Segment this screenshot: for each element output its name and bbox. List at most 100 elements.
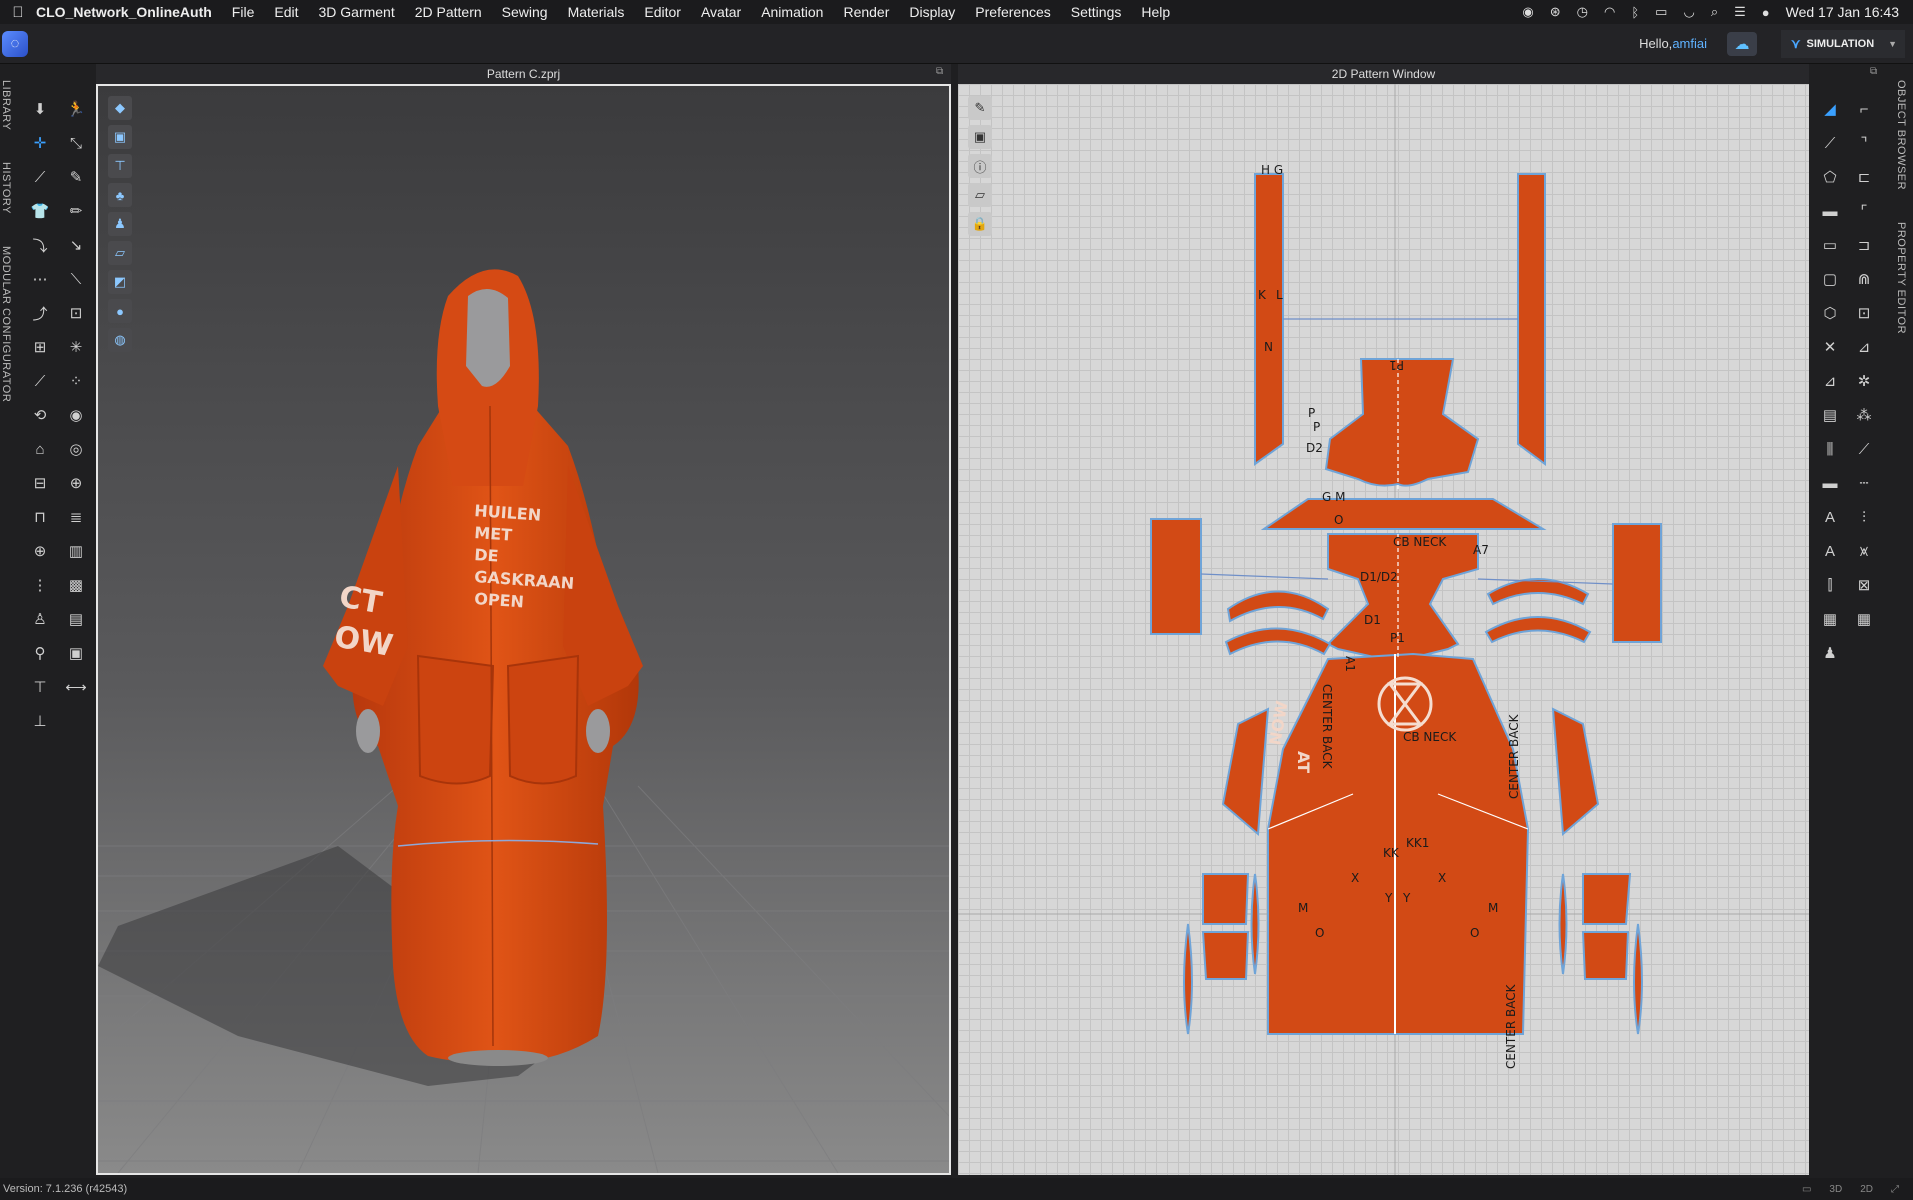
pin-2d-icon[interactable]: ✲ — [1851, 368, 1877, 394]
square-icon[interactable]: ▣ — [63, 640, 89, 666]
menu-animation[interactable]: Animation — [761, 4, 823, 20]
edit-curvature-icon[interactable]: ⌐ — [1851, 96, 1877, 122]
info-icon[interactable]: ⓘ — [968, 154, 992, 178]
fabric-sheet-icon[interactable]: ▱ — [108, 241, 132, 265]
panel-icon[interactable]: ▤ — [63, 606, 89, 632]
pattern-display-icon[interactable]: ✎ — [968, 96, 992, 120]
select-arrow-icon[interactable]: ⤡ — [63, 130, 89, 156]
lock-pattern-icon[interactable]: 🔒 — [968, 212, 992, 236]
dash-line-icon[interactable]: ┄ — [1851, 470, 1877, 496]
pleat-icon[interactable]: ⋒ — [1851, 266, 1877, 292]
menu-help[interactable]: Help — [1141, 4, 1170, 20]
transform-icon[interactable]: ✛ — [27, 130, 53, 156]
tab-modular-configurator[interactable]: MODULAR CONFIGURATOR — [0, 246, 12, 402]
lock-icon[interactable]: ⊟ — [27, 470, 53, 496]
apple-icon[interactable]:  — [0, 4, 36, 21]
bluetooth-icon[interactable]: ᛒ — [1631, 5, 1639, 20]
tab-property-editor[interactable]: PROPERTY EDITOR — [1895, 222, 1907, 334]
fabric-square-icon[interactable]: ▩ — [63, 572, 89, 598]
garment-icon[interactable]: 👕 — [27, 198, 53, 224]
slant-icon[interactable]: ⟋ — [1851, 436, 1877, 462]
pin-icon[interactable]: ⚲ — [27, 640, 53, 666]
text-large-icon[interactable]: A — [1817, 538, 1843, 564]
circle-plus-icon[interactable]: ⊕ — [63, 470, 89, 496]
user-greeting[interactable]: Hello,amfiai — [1639, 36, 1707, 51]
tab-history[interactable]: HISTORY — [0, 162, 12, 214]
cloud-icon[interactable]: ☁ — [1727, 31, 1757, 56]
dots-icon[interactable]: ⁘ — [63, 368, 89, 394]
avatar-tool-icon[interactable]: ♟ — [1817, 640, 1843, 666]
select-mesh-icon[interactable]: ⟋ — [27, 164, 53, 190]
siri-icon[interactable]: ● — [1762, 5, 1770, 20]
menu-3d-garment[interactable]: 3D Garment — [318, 4, 394, 20]
topstitch-icon[interactable]: ⊓ — [27, 504, 53, 530]
measure-icon[interactable]: ⟋ — [27, 368, 53, 394]
sewing-icon[interactable]: ⊐ — [1851, 232, 1877, 258]
menu-avatar[interactable]: Avatar — [701, 4, 741, 20]
fold-arrangement-icon[interactable]: ⤵ — [27, 232, 53, 258]
slash-spread-icon[interactable]: ⊏ — [1851, 164, 1877, 190]
layer-icon[interactable]: ⊡ — [63, 300, 89, 326]
view-3d-icon[interactable]: 3D — [1829, 1184, 1842, 1195]
animation-pose-icon[interactable]: 🏃 — [63, 96, 89, 122]
text-icon[interactable]: A — [1817, 504, 1843, 530]
button-hole-icon[interactable]: ⊡ — [1851, 300, 1877, 326]
environment-icon[interactable]: ◍ — [108, 328, 132, 352]
edit-point-icon[interactable]: ⟋ — [1817, 130, 1843, 156]
menu-render[interactable]: Render — [843, 4, 889, 20]
dart-icon[interactable]: ⬡ — [1817, 300, 1843, 326]
menu-editor[interactable]: Editor — [644, 4, 681, 20]
avatar-icon[interactable]: ♙ — [27, 606, 53, 632]
edit-texture-icon[interactable]: ⌂ — [27, 436, 53, 462]
transform-pattern-icon[interactable]: ◢ — [1817, 96, 1843, 122]
skin-icon[interactable]: ● — [108, 299, 132, 323]
elastic-icon[interactable]: ⫼ — [1817, 436, 1843, 462]
fold-icon[interactable]: ⤴ — [27, 300, 53, 326]
wave-stitch-icon[interactable]: ⩙ — [1851, 538, 1877, 564]
2d-pattern-viewport[interactable]: H G K L N P1 P P D2 G M O CB NECK A7 D1/… — [958, 84, 1809, 1175]
free-sewing-icon[interactable]: ▤ — [1817, 402, 1843, 428]
status-app-icon[interactable]: ◉ — [1522, 4, 1533, 20]
strengthen-icon[interactable]: ⊞ — [27, 334, 53, 360]
spotlight-search-icon[interactable]: ⌕ — [1711, 4, 1718, 20]
circle-icon[interactable]: ◎ — [63, 436, 89, 462]
zipper-icon[interactable]: ⋮ — [27, 572, 53, 598]
tack-icon[interactable]: ⋯ — [27, 266, 53, 292]
popout-icon[interactable]: ⧉ — [936, 66, 943, 77]
clo-logo-icon[interactable]: ◌ — [2, 30, 28, 57]
arrow-edit-icon[interactable]: ↘ — [63, 232, 89, 258]
pattern-info-icon[interactable]: ▦ — [1817, 606, 1843, 632]
wifi-icon[interactable]: ◡ — [1683, 4, 1694, 20]
select-move-icon[interactable]: ⬇ — [27, 96, 53, 122]
ellipse-icon[interactable]: ▭ — [1817, 232, 1843, 258]
shirt-icon[interactable]: ⊤ — [27, 674, 53, 700]
rotate-avatar-icon[interactable]: ⟲ — [27, 402, 53, 428]
display-icon[interactable]: ◠ — [1604, 4, 1615, 20]
clock[interactable]: Wed 17 Jan 16:43 — [1786, 4, 1899, 20]
ruler-icon[interactable]: ▬ — [1817, 470, 1843, 496]
avatar-point-icon[interactable]: ◉ — [63, 402, 89, 428]
check-sewing-icon[interactable]: ⊿ — [1851, 334, 1877, 360]
internal-polygon-icon[interactable]: ▢ — [1817, 266, 1843, 292]
menu-preferences[interactable]: Preferences — [975, 4, 1050, 20]
battery-icon[interactable]: ▭ — [1655, 4, 1667, 20]
menu-sewing[interactable]: Sewing — [502, 4, 548, 20]
mode-selector[interactable]: ⋎ SIMULATION ▼ — [1781, 29, 1905, 58]
time-machine-icon[interactable]: ◷ — [1577, 4, 1588, 20]
shirt-outline-icon[interactable]: ⊥ — [27, 708, 53, 734]
polygon-icon[interactable]: ⬠ — [1817, 164, 1843, 190]
ruler-edit-icon[interactable]: ⟍ — [63, 266, 89, 292]
rectangle-icon[interactable]: ▬ — [1817, 198, 1843, 224]
button-icon[interactable]: ⊕ — [27, 538, 53, 564]
mirror-icon[interactable]: ◩ — [108, 270, 132, 294]
avatar-body-icon[interactable]: ♟ — [108, 212, 132, 236]
texture-view-icon[interactable]: ▣ — [108, 125, 132, 149]
avatar-display-icon[interactable]: ♣ — [108, 183, 132, 207]
move-points-icon[interactable]: ⟷ — [63, 674, 89, 700]
table-icon[interactable]: ▦ — [1851, 606, 1877, 632]
tab-library[interactable]: LIBRARY — [0, 80, 12, 130]
trace-icon[interactable]: ✕ — [1817, 334, 1843, 360]
gradient-icon[interactable]: ⁂ — [1851, 402, 1877, 428]
3d-garment-viewport[interactable]: HUILEN MET DE GASKRAAN OPEN CT OW ◆ ▣ ⊤ … — [96, 84, 951, 1175]
menu-display[interactable]: Display — [909, 4, 955, 20]
